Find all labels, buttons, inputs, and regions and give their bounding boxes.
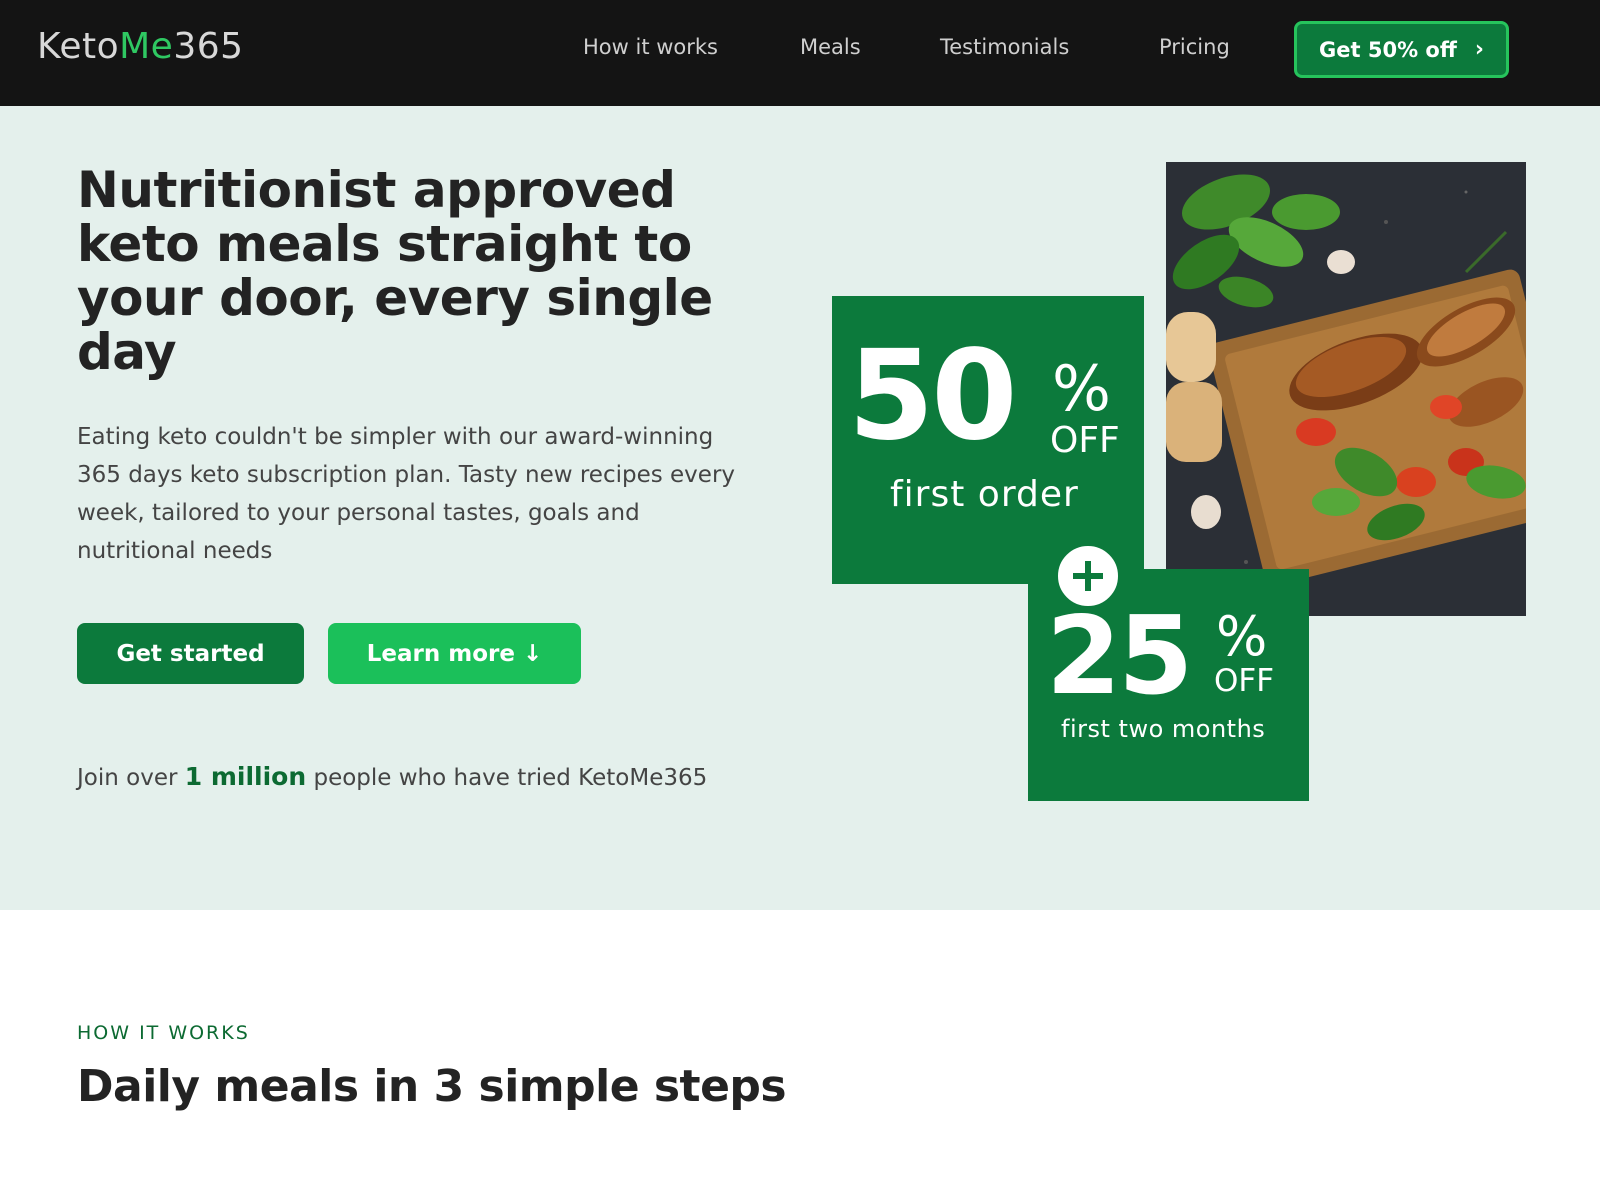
get-discount-button[interactable]: Get 50% off ›	[1294, 21, 1509, 78]
chevron-right-icon: ›	[1474, 37, 1484, 62]
get-discount-label: Get 50% off	[1319, 37, 1457, 62]
logo[interactable]: KetoMe365	[37, 26, 244, 67]
social-proof-suffix: people who have tried KetoMe365	[313, 765, 708, 791]
promo-first-caption: first order	[890, 474, 1079, 515]
food-image	[1166, 162, 1526, 616]
social-proof: Join over 1 million people who have trie…	[77, 762, 707, 791]
plus-icon	[1054, 542, 1122, 610]
logo-text-keto: Keto	[37, 26, 120, 67]
social-proof-prefix: Join over	[77, 765, 178, 791]
promo-first-order: 50 % OFF first order	[832, 296, 1144, 584]
nav-link-how-it-works[interactable]: How it works	[583, 35, 718, 59]
promo-first-value: 50	[848, 324, 1018, 468]
get-started-button[interactable]: Get started	[77, 623, 304, 684]
promo-second-off: OFF	[1214, 663, 1275, 699]
promo-first-off: OFF	[1050, 420, 1120, 461]
nav-link-pricing[interactable]: Pricing	[1159, 35, 1230, 59]
food-illustration	[1166, 162, 1526, 616]
top-navbar: KetoMe365 How it works Meals Testimonial…	[0, 0, 1600, 106]
hero-section: Nutritionist approved keto meals straigh…	[0, 106, 1600, 910]
promo-second-value: 25	[1046, 594, 1193, 719]
hero-description: Eating keto couldn't be simpler with our…	[77, 424, 736, 564]
promo-first-percent: %	[1052, 352, 1111, 425]
nav-link-meals[interactable]: Meals	[800, 35, 861, 59]
social-proof-highlight: 1 million	[184, 762, 307, 791]
promo-second-percent: %	[1216, 605, 1268, 668]
section-eyebrow: HOW IT WORKS	[77, 1022, 250, 1044]
section-title: Daily meals in 3 simple steps	[77, 1061, 787, 1112]
hero-headline: Nutritionist approved keto meals straigh…	[77, 161, 713, 381]
logo-text-365: 365	[173, 26, 244, 67]
nav-link-testimonials[interactable]: Testimonials	[940, 35, 1069, 59]
logo-text-me: Me	[119, 26, 174, 67]
promo-second-caption: first two months	[1061, 715, 1266, 743]
learn-more-button[interactable]: Learn more ↓	[328, 623, 581, 684]
